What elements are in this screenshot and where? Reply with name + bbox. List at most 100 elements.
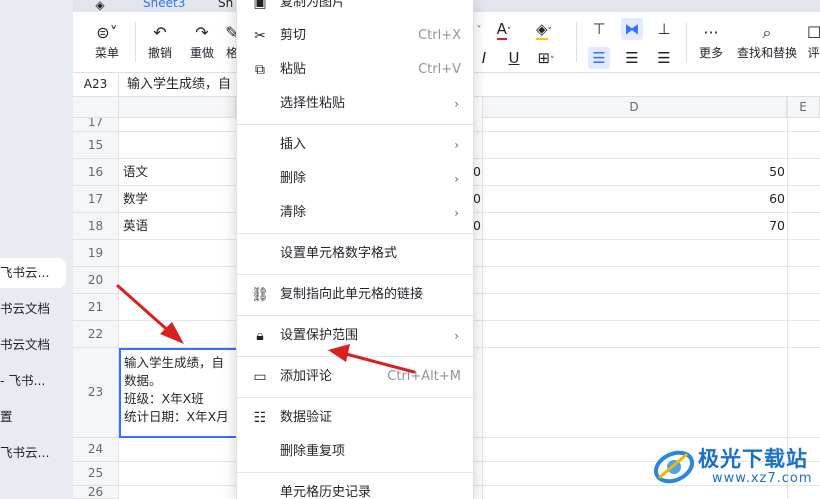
menu-item-protect-range[interactable]: 🔒︎ 设置保护范围 › bbox=[237, 319, 473, 353]
row-header[interactable]: 24 bbox=[73, 438, 119, 462]
table-cell[interactable]: 英语 bbox=[123, 213, 148, 239]
toolbar-divider bbox=[686, 22, 687, 62]
chevron-right-icon: › bbox=[454, 206, 459, 220]
row-header[interactable]: 17 bbox=[73, 186, 119, 213]
column-header-a[interactable] bbox=[119, 97, 236, 118]
row-header[interactable]: 19 bbox=[73, 240, 119, 267]
table-cell[interactable]: 60 bbox=[682, 186, 785, 212]
menu-item-paste-special[interactable]: 选择性粘贴 › bbox=[237, 87, 473, 121]
menu-item-clear[interactable]: 清除 › bbox=[237, 196, 473, 230]
link-icon: ⛓ bbox=[251, 287, 269, 303]
align-center-icon[interactable]: ☰ bbox=[621, 47, 643, 69]
menu-item-copy-link[interactable]: ⛓ 复制指向此单元格的链接 bbox=[237, 278, 473, 312]
comment-toolbar-button[interactable]: ☐ 评 bbox=[807, 12, 820, 72]
sidebar-item-cloud-doc-2[interactable]: 书云文档 bbox=[0, 330, 73, 360]
sidebar-item-feishu-cloud[interactable]: 飞书云... bbox=[0, 258, 66, 288]
grid-line bbox=[482, 97, 483, 499]
toolbar-divider bbox=[135, 22, 136, 62]
italic-icon[interactable]: I bbox=[473, 47, 495, 69]
scissors-icon: ✂ bbox=[254, 28, 266, 44]
menu-item-cell-history[interactable]: 单元格历史记录 bbox=[237, 476, 473, 499]
menu-icon: ⊜˅ bbox=[96, 23, 118, 42]
table-cell[interactable]: 语文 bbox=[123, 159, 148, 185]
watermark-url: www.xz7.com bbox=[712, 471, 813, 486]
context-menu: ▣ 复制为图片 ✂ 剪切 Ctrl+X ⧉ 粘贴 Ctrl+V 选择性粘贴 › … bbox=[236, 0, 474, 499]
table-cell[interactable]: 0 bbox=[473, 213, 481, 239]
menu-divider bbox=[237, 124, 473, 125]
selected-cell-a23[interactable]: 输入学生成绩，自 数据。 班级：X年X班 统计日期：X年X月 bbox=[119, 348, 239, 438]
row-header[interactable]: 22 bbox=[73, 321, 119, 348]
menu-item-data-validation[interactable]: ☷ 数据验证 bbox=[237, 401, 473, 435]
align-top-icon[interactable]: ⊤ bbox=[588, 18, 610, 40]
font-color-icon[interactable]: A˅ bbox=[493, 18, 515, 40]
comment-icon: ▭ bbox=[253, 369, 267, 385]
menu-item-cut[interactable]: ✂ 剪切 Ctrl+X bbox=[237, 19, 473, 53]
row-header[interactable]: 26 bbox=[73, 486, 119, 499]
align-right-icon[interactable]: ☰ bbox=[653, 47, 675, 69]
redo-icon: ↷ bbox=[195, 23, 209, 42]
menu-divider bbox=[237, 315, 473, 316]
sidebar: 飞书云... 书云文档 书云文档 - 飞书... 置 飞书云... bbox=[0, 0, 73, 499]
menu-item-remove-duplicates[interactable]: 删除重复项 bbox=[237, 435, 473, 469]
menu-item-number-format[interactable]: 设置单元格数字格式 bbox=[237, 237, 473, 271]
table-cell[interactable]: 50 bbox=[682, 159, 785, 185]
align-left-icon[interactable]: ☰ bbox=[588, 47, 610, 69]
watermark-logo-icon bbox=[653, 450, 695, 484]
chevron-right-icon: › bbox=[454, 329, 459, 343]
more-button[interactable]: ··· 更多 bbox=[691, 12, 731, 72]
watermark: 极光下载站 www.xz7.com bbox=[652, 441, 812, 493]
chevron-right-icon: › bbox=[454, 97, 459, 111]
find-replace-button[interactable]: ⌕ 查找和替换 bbox=[733, 12, 801, 72]
image-copy-icon: ▣ bbox=[253, 0, 267, 11]
menu-divider bbox=[237, 472, 473, 473]
undo-icon: ↶ bbox=[153, 23, 167, 42]
row-header[interactable]: 20 bbox=[73, 267, 119, 294]
fill-color-icon[interactable]: ◈˅ bbox=[533, 18, 555, 40]
watermark-title: 极光下载站 bbox=[698, 447, 808, 471]
comment-icon: ☐ bbox=[807, 23, 820, 42]
menu-divider bbox=[237, 233, 473, 234]
row-header[interactable]: 23 bbox=[73, 348, 119, 438]
redo-button[interactable]: ↷ 重做 bbox=[185, 12, 219, 72]
layers-icon[interactable]: ◈ bbox=[89, 0, 111, 12]
border-icon[interactable]: ⊞˅ bbox=[535, 47, 557, 69]
table-cell[interactable]: 数学 bbox=[123, 186, 148, 212]
table-cell[interactable]: 70 bbox=[682, 213, 785, 239]
row-header[interactable]: 21 bbox=[73, 294, 119, 321]
row-header[interactable]: 16 bbox=[73, 159, 119, 186]
grid-line bbox=[787, 97, 788, 499]
menu-item-add-comment[interactable]: ▭ 添加评论 Ctrl+Alt+M bbox=[237, 360, 473, 394]
menu-divider bbox=[237, 356, 473, 357]
table-cell[interactable]: 0 bbox=[473, 159, 481, 185]
tab-sheet3[interactable]: Sheet3 bbox=[143, 0, 185, 12]
table-cell[interactable]: 0 bbox=[473, 186, 481, 212]
menu-button[interactable]: ⊜˅ 菜单 bbox=[85, 12, 129, 72]
chevron-right-icon: › bbox=[454, 138, 459, 152]
row-header[interactable]: 25 bbox=[73, 462, 119, 486]
column-header-e[interactable]: E bbox=[787, 97, 820, 118]
row-header[interactable]: 15 bbox=[73, 132, 119, 159]
chevron-down-icon[interactable]: ˅ bbox=[473, 20, 485, 42]
row-header[interactable]: 17 bbox=[73, 118, 119, 132]
cell-reference[interactable]: A23 bbox=[73, 73, 119, 96]
row-header[interactable]: 18 bbox=[73, 213, 119, 240]
sidebar-item-settings[interactable]: 置 bbox=[0, 402, 73, 432]
sidebar-item-feishu[interactable]: - 飞书... bbox=[0, 366, 73, 396]
menu-item-delete[interactable]: 删除 › bbox=[237, 162, 473, 196]
menu-item-copy-as-image[interactable]: ▣ 复制为图片 bbox=[237, 0, 473, 20]
menu-divider bbox=[237, 274, 473, 275]
align-middle-icon[interactable]: ⧓ bbox=[621, 18, 643, 40]
sidebar-item-feishu-cloud-2[interactable]: 飞书云... bbox=[0, 438, 73, 468]
sidebar-item-cloud-doc-1[interactable]: 书云文档 bbox=[0, 294, 73, 324]
undo-button[interactable]: ↶ 撤销 bbox=[143, 12, 177, 72]
menu-item-paste[interactable]: ⧉ 粘贴 Ctrl+V bbox=[237, 53, 473, 87]
formula-input[interactable]: 输入学生成绩，自 bbox=[127, 73, 237, 96]
menu-item-insert[interactable]: 插入 › bbox=[237, 128, 473, 162]
search-icon: ⌕ bbox=[762, 23, 772, 42]
underline-icon[interactable]: U bbox=[503, 47, 525, 69]
column-header-d[interactable]: D bbox=[482, 97, 787, 118]
tab-sheet-other[interactable]: Sh bbox=[218, 0, 233, 12]
corner-header[interactable] bbox=[73, 97, 119, 118]
align-bottom-icon[interactable]: ⊥ bbox=[653, 18, 675, 40]
menu-divider bbox=[237, 397, 473, 398]
